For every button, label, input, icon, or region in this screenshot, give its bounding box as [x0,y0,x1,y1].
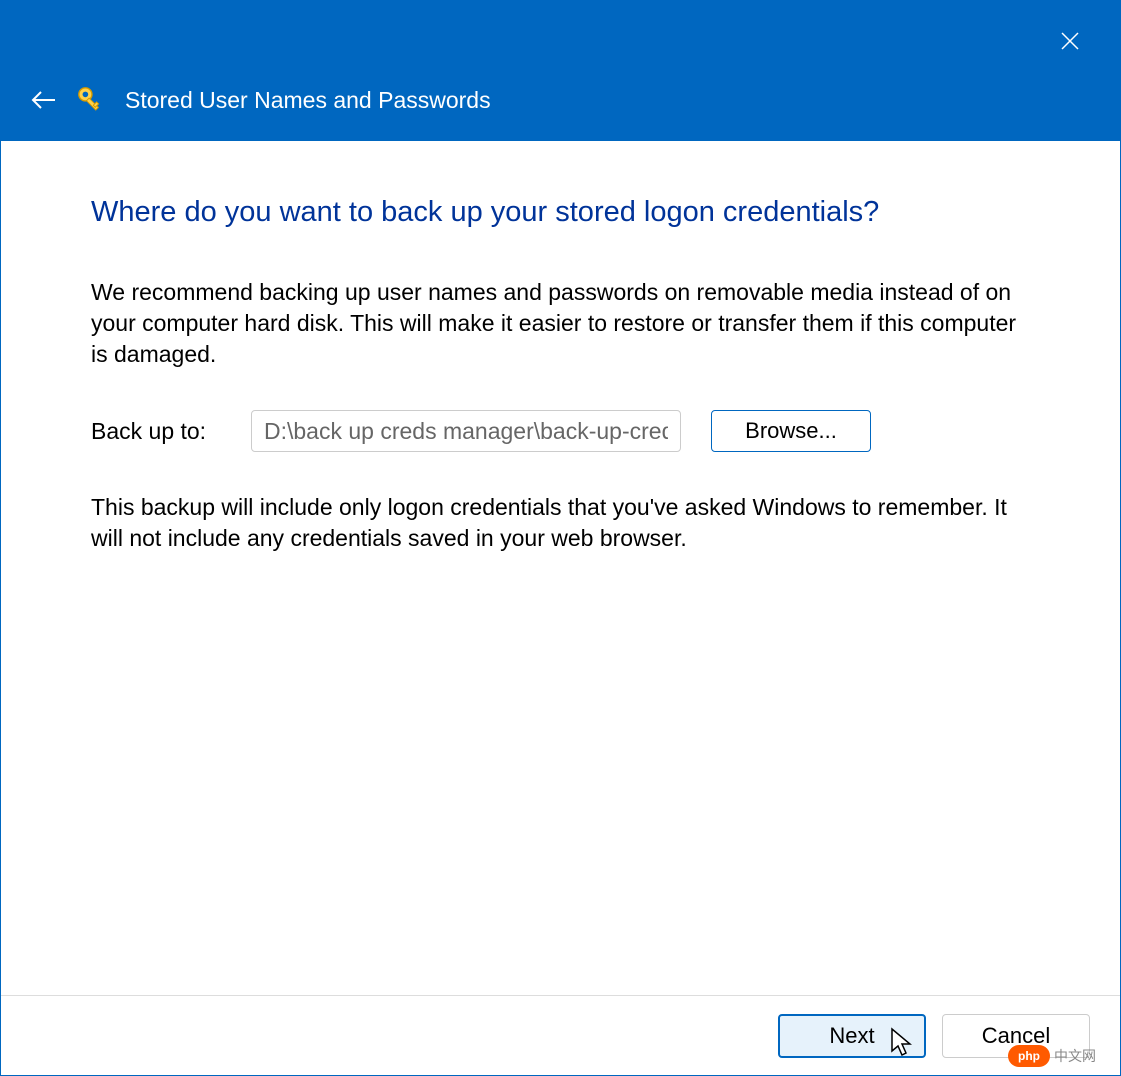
titlebar: Stored User Names and Passwords [1,1,1120,141]
description2-text: This backup will include only logon cred… [91,492,1030,554]
description-text: We recommend backing up user names and p… [91,277,1030,370]
footer: Next Cancel php 中文网 [1,995,1120,1075]
back-button[interactable] [29,86,57,114]
content-area: Where do you want to back up your stored… [1,141,1120,995]
close-icon [1058,29,1082,53]
next-button[interactable]: Next [778,1014,926,1058]
page-heading: Where do you want to back up your stored… [91,196,1030,229]
title-row: Stored User Names and Passwords [29,84,491,116]
browse-button[interactable]: Browse... [711,410,871,452]
cancel-button[interactable]: Cancel [942,1014,1090,1058]
back-arrow-icon [29,88,57,112]
backup-path-row: Back up to: Browse... [91,410,1030,452]
window-title: Stored User Names and Passwords [125,87,491,114]
backup-label: Back up to: [91,418,221,445]
key-icon [75,84,107,116]
backup-path-input[interactable] [251,410,681,452]
close-button[interactable] [1050,21,1090,61]
